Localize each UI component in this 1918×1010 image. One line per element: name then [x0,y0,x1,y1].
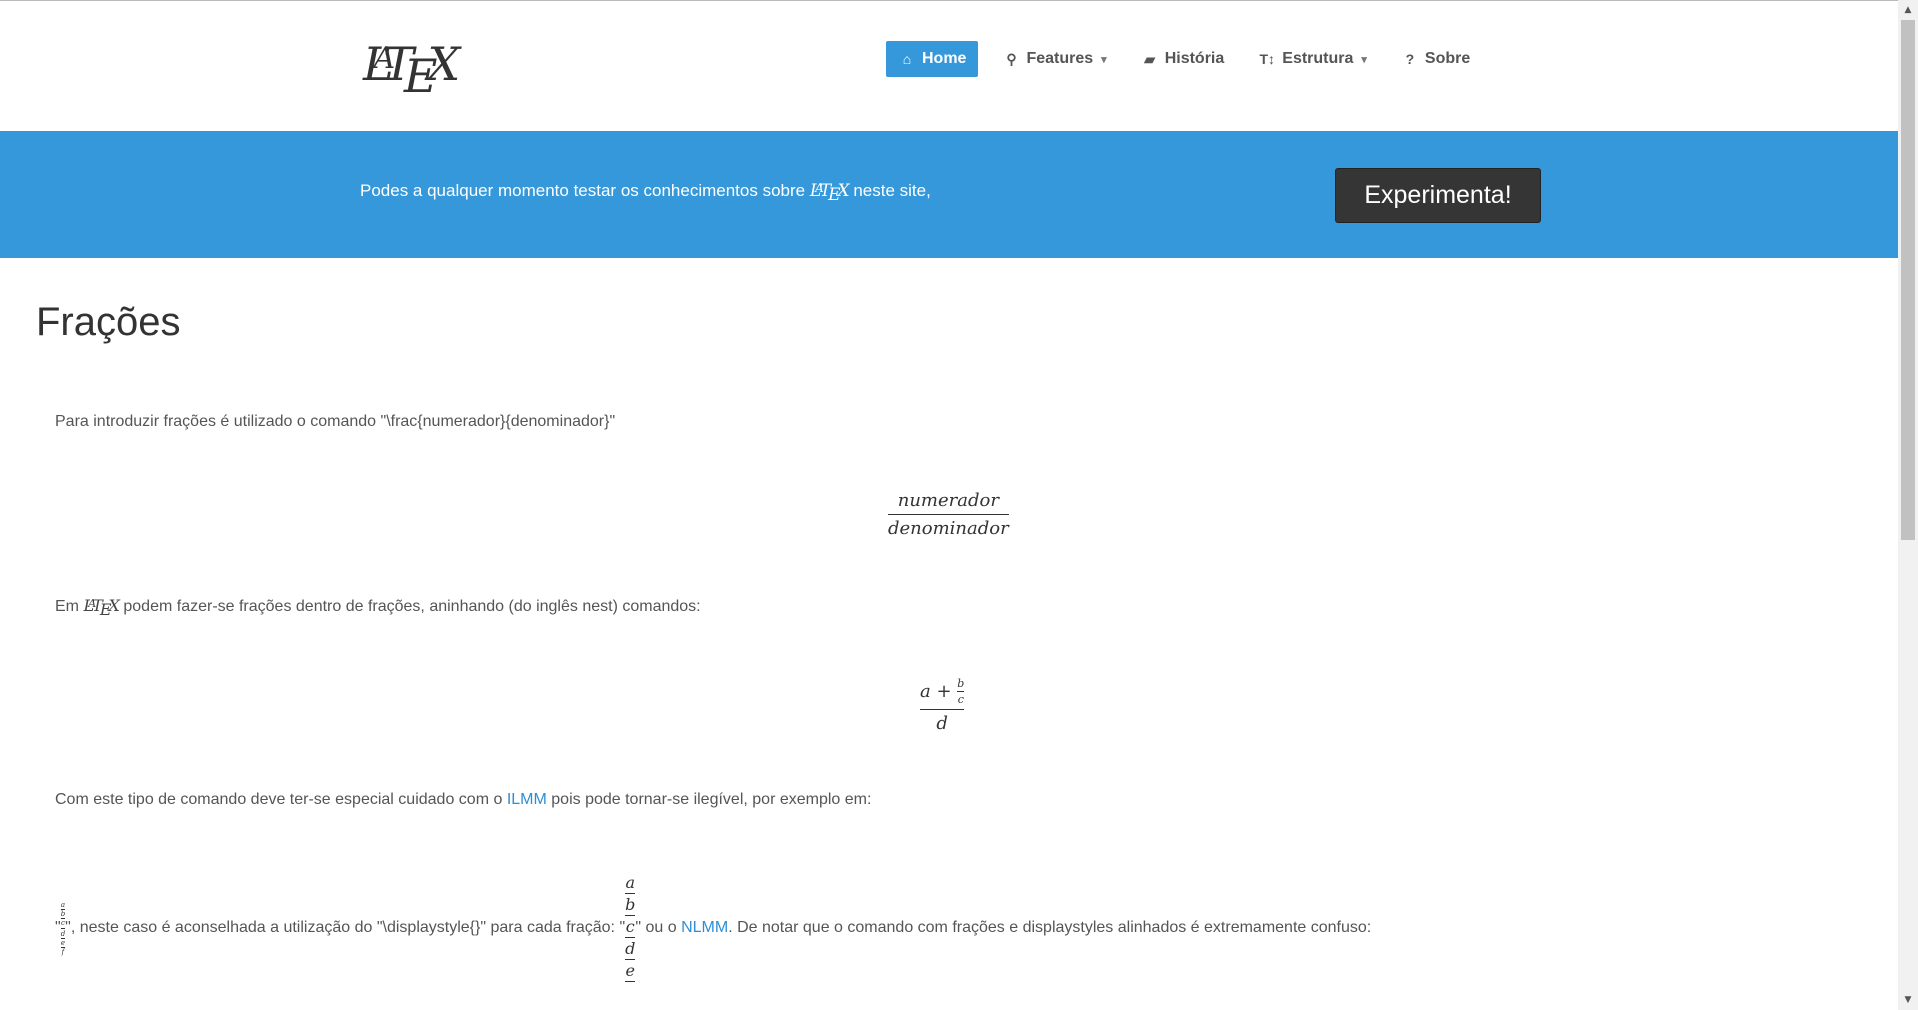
text-height-icon: T↕ [1259,51,1276,67]
page-title: Frações [36,300,181,344]
nav-estrutura[interactable]: T↕ Estrutura ▾ [1246,41,1379,77]
logo-letter: E [403,49,438,103]
banner-text-after: neste site, [853,181,931,200]
scrollbar-thumb[interactable] [1901,20,1915,540]
latex-wordmark: LATEX [83,596,120,619]
displaystyle-nested-fraction: a b c d e [625,873,636,982]
paragraph-text: . De notar que o comando com frações e d… [728,919,1372,936]
nav-features-label: Features [1026,50,1094,67]
ilmm-link[interactable]: ILMM [507,791,547,808]
chevron-down-icon: ▾ [1101,53,1107,66]
nav-features[interactable]: ⚲ Features ▾ [990,41,1118,77]
nav-historia[interactable]: ▰ História [1129,41,1237,77]
equation-numerador-denominador: numerador denominador [888,490,1009,539]
fraction-bar [888,514,1009,515]
nav-estrutura-label: Estrutura [1282,50,1354,67]
nlmm-link[interactable]: NLMM [681,919,728,937]
equation-denominator: d [936,713,948,734]
paragraph-displaystyle: " abc def ", neste caso é aconselhada a … [55,868,1371,988]
banner-text-before: Podes a qualquer momento testar os conhe… [360,181,806,200]
latex-logo[interactable]: LATEX [363,41,460,99]
nav-historia-label: História [1164,50,1225,67]
chevron-down-icon: ▾ [1361,53,1367,66]
main-nav: ⌂ Home ⚲ Features ▾ ▰ História T↕ Estrut… [886,41,1492,77]
equation-nested-fraction: a + b c d [920,677,965,734]
home-icon: ⌂ [902,51,912,67]
paragraph-text: ", neste caso é aconselhada a utilização… [65,919,626,936]
banner-text: Podes a qualquer momento testar os conhe… [360,181,931,205]
equation-numerator: a + b c [920,677,965,706]
equation-denominator: denominador [888,518,1009,539]
logo-letter: A [373,41,396,76]
search-icon: ⚲ [1006,50,1017,67]
nav-sobre-label: Sobre [1424,50,1471,67]
fraction-bar [920,709,965,710]
question-circle-icon: ? [1405,51,1415,67]
paragraph-text: " ou o [635,919,677,936]
nav-home[interactable]: ⌂ Home [886,41,979,77]
experimenta-button[interactable]: Experimenta! [1335,168,1541,223]
promo-banner: Podes a qualquer momento testar os conhe… [0,131,1898,258]
inner-fraction: b c [957,677,965,706]
nav-sobre[interactable]: ? Sobre [1389,41,1482,77]
paragraph-text: podem fazer-se frações dentro de frações… [123,598,701,615]
paragraph-text: Com este tipo de comando deve ter-se esp… [55,791,503,808]
scroll-up-arrow-icon[interactable]: ▲ [1898,1,1918,19]
latex-wordmark: LATEX [809,181,850,205]
paragraph-text: Em [55,598,79,615]
paragraph-frac-intro: Para introduzir frações é utilizado o co… [55,413,616,430]
book-icon: ▰ [1144,50,1156,67]
site-header: LATEX ⌂ Home ⚲ Features ▾ ▰ História T↕ … [0,1,1898,131]
nav-home-label: Home [922,50,967,67]
equation-numerator: numerador [897,490,999,511]
paragraph-text: pois pode tornar-se ilegível, por exempl… [551,791,872,808]
paragraph-ilmm-warning: Com este tipo de comando deve ter-se esp… [55,791,871,809]
paragraph-nested-intro: Em LATEX podem fazer-se frações dentro d… [55,596,701,619]
scroll-down-arrow-icon[interactable]: ▼ [1898,991,1918,1009]
